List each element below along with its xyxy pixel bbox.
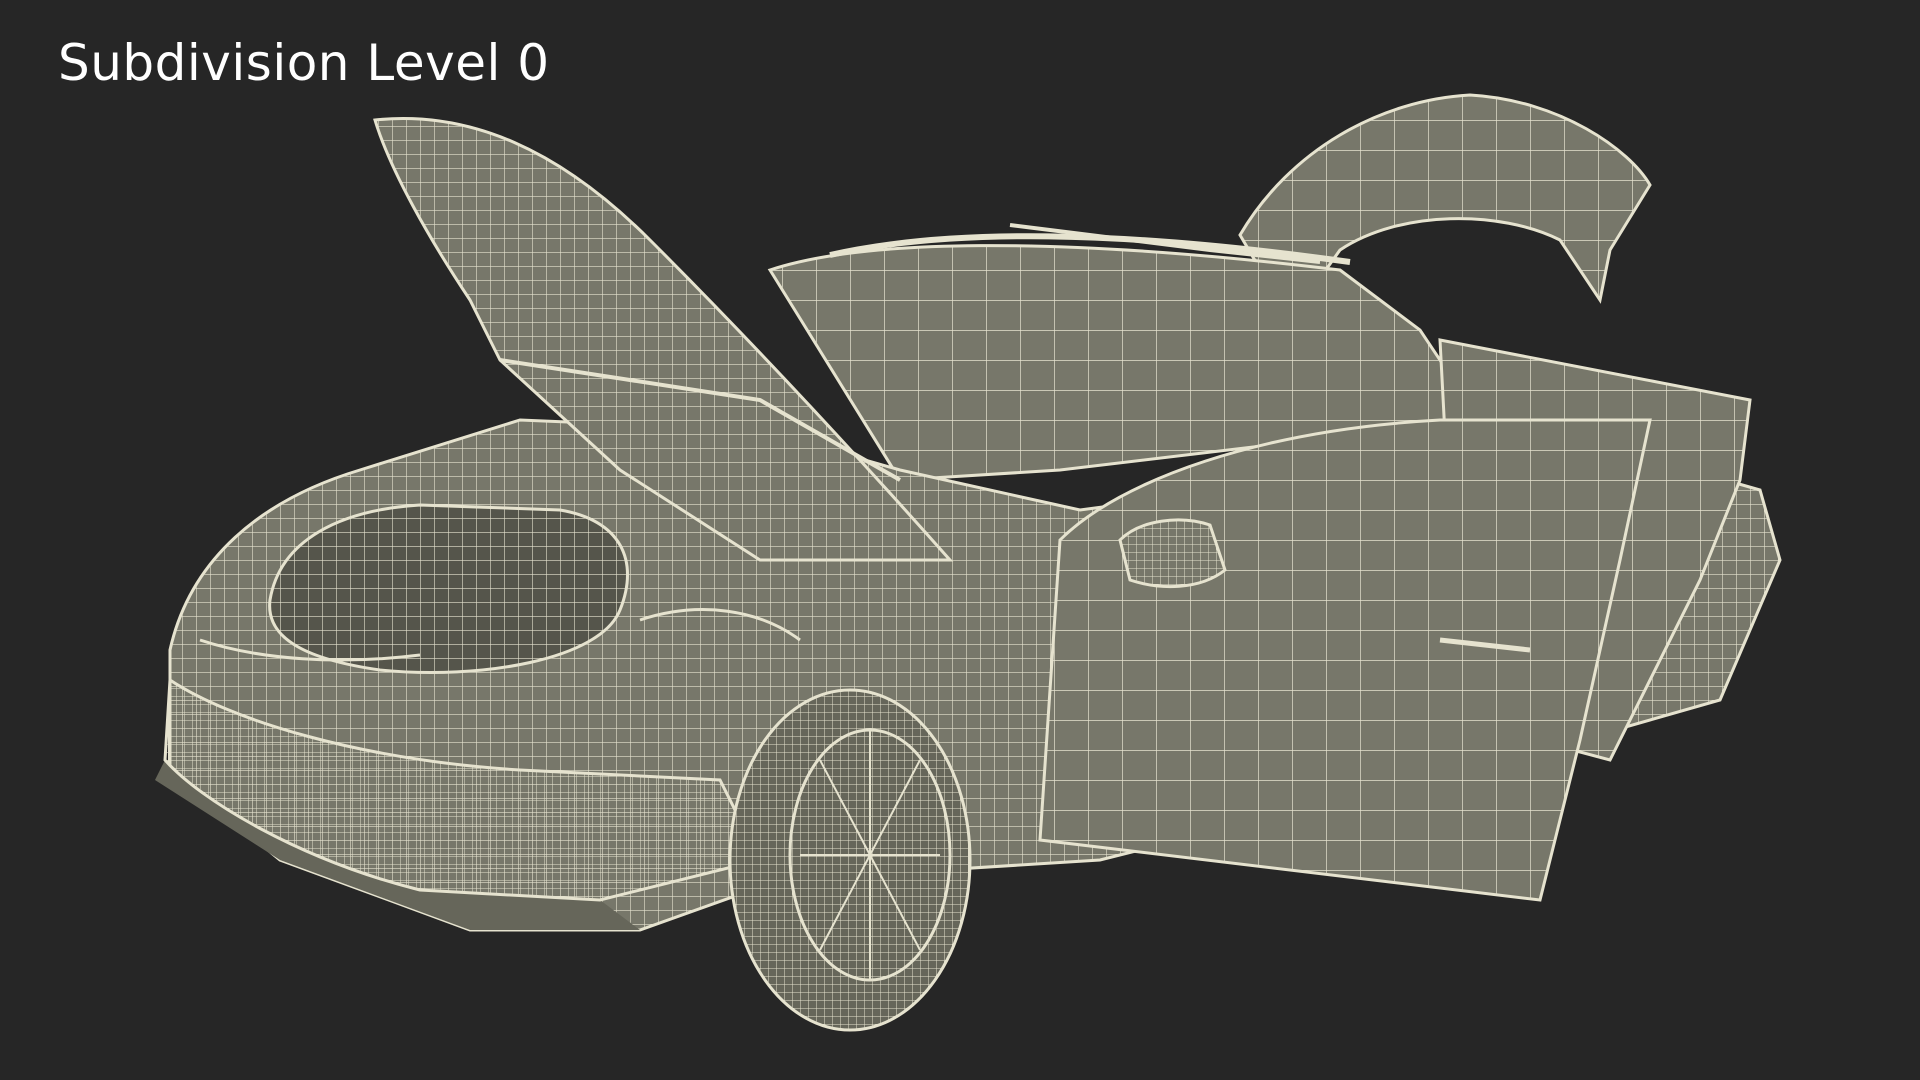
- render-viewport: Subdivision Level 0: [0, 0, 1920, 1080]
- side-mirror: [1118, 518, 1227, 588]
- front-wheel: [728, 688, 972, 1032]
- front-door-open: [1038, 418, 1652, 902]
- front-trunk-cavity: [268, 503, 629, 674]
- car-wireframe-render: [155, 93, 1782, 1032]
